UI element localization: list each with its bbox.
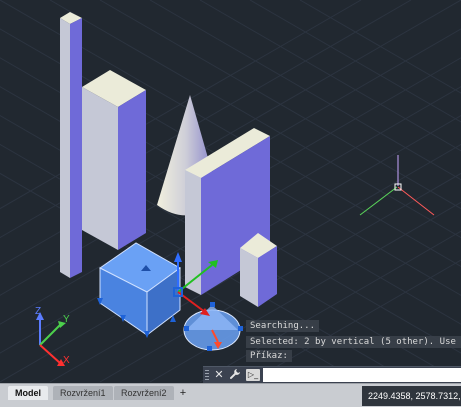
autocad-window: Z Y X Searching... Selected: 2 by vertic… — [0, 0, 461, 407]
selected-cone-solid[interactable] — [183, 302, 243, 351]
selected-box-solid[interactable] — [97, 242, 181, 338]
ucs-icon: Z Y X — [35, 306, 70, 366]
layout-status-bar: Model Rozvržení1 Rozvržení2 + 2249.4358,… — [0, 383, 461, 407]
drawing-viewport[interactable]: Z Y X Searching... Selected: 2 by vertic… — [0, 0, 461, 383]
tab-layout-1[interactable]: Rozvržení1 — [53, 386, 113, 400]
tab-layout-2[interactable]: Rozvržení2 — [114, 386, 174, 400]
command-input[interactable] — [263, 368, 461, 382]
ucs-y-label: Y — [63, 314, 70, 325]
coordinates-readout[interactable]: 2249.4358, 2578.7312, 0.0000 — [362, 386, 461, 406]
ucs-x-label: X — [63, 355, 70, 366]
close-icon[interactable]: ✕ — [212, 368, 226, 382]
wrench-icon[interactable] — [228, 368, 242, 382]
command-line-bar: ✕ ▷_ — [203, 366, 461, 384]
command-history-line: Selected: 2 by vertical (5 other). Use ' — [246, 336, 461, 348]
tab-model[interactable]: Model — [8, 386, 48, 400]
drag-handle-icon[interactable] — [205, 370, 209, 381]
add-layout-button[interactable]: + — [176, 386, 190, 400]
viewport-canvas[interactable]: Z Y X — [0, 0, 461, 383]
box-solid-small[interactable] — [240, 233, 277, 307]
box-solid-pillar[interactable] — [60, 12, 82, 278]
recent-commands-button[interactable]: ▷_ — [246, 369, 260, 381]
command-history-line: Searching... — [246, 320, 320, 332]
ucs-z-label: Z — [35, 306, 41, 317]
command-prompt-line: Příkaz: — [246, 350, 292, 362]
box-solid-tall[interactable] — [82, 70, 146, 250]
wrench-glyph — [230, 369, 240, 379]
